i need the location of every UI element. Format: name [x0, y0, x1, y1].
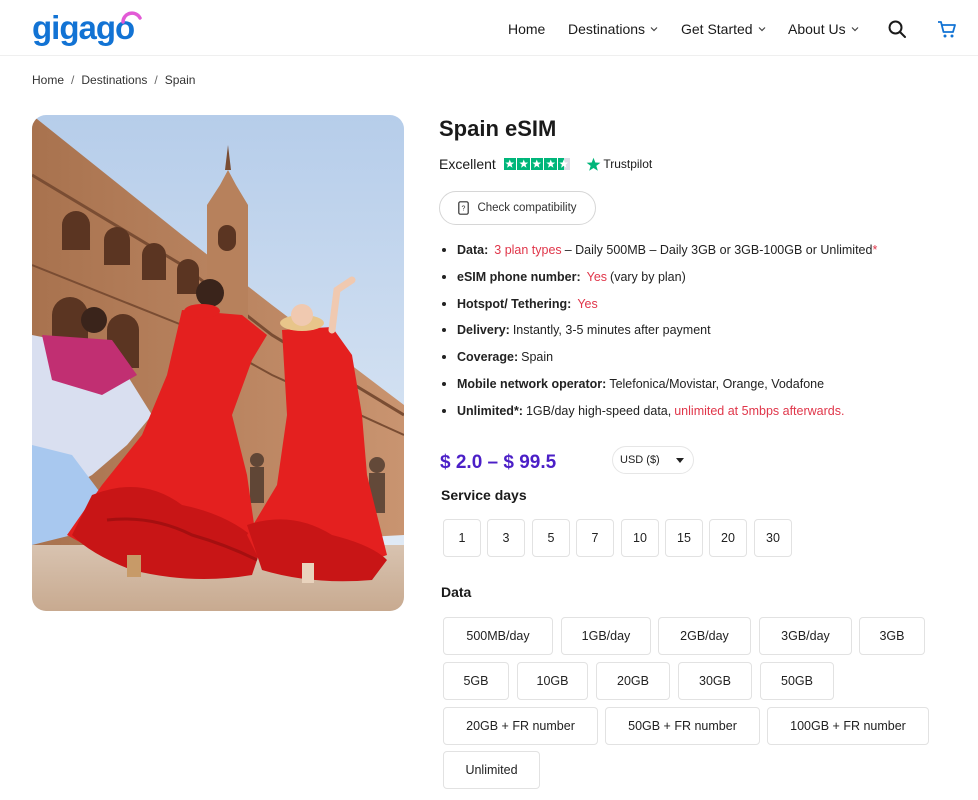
nav-label: Home	[508, 21, 546, 37]
rating-word: Excellent	[439, 156, 496, 172]
data-plan-option[interactable]: 2GB/day	[658, 617, 751, 655]
logo-signal-icon	[121, 11, 142, 24]
data-plan-option[interactable]: 20GB	[596, 662, 670, 700]
trustpilot-brand: Trustpilot	[586, 157, 652, 172]
nav-destinations[interactable]: Destinations	[568, 21, 658, 37]
half-star-icon	[557, 157, 571, 171]
search-icon[interactable]	[886, 18, 908, 40]
feature-unlimited: Unlimited*: 1GB/day high-speed data, unlim…	[440, 403, 877, 430]
star-icon	[530, 157, 544, 171]
data-plan-option[interactable]: 30GB	[678, 662, 752, 700]
rating-row[interactable]: Excellent Trustpilot	[439, 156, 652, 172]
data-plan-option[interactable]: 10GB	[517, 662, 588, 700]
data-plan-option[interactable]: 50GB + FR number	[605, 707, 760, 745]
service-day-option[interactable]: 1	[443, 519, 481, 557]
service-day-option[interactable]: 20	[709, 519, 747, 557]
feature-delivery: Delivery: Instantly, 3-5 minutes after pa…	[440, 322, 877, 349]
data-plan-option[interactable]: 20GB + FR number	[443, 707, 598, 745]
breadcrumb-current: Spain	[164, 73, 196, 87]
site-header: gigago Home Destinations Get Started Abo…	[0, 0, 978, 56]
service-days-label: Service days	[441, 487, 527, 503]
currency-value: USD ($)	[620, 454, 660, 466]
trustpilot-label: Trustpilot	[603, 157, 653, 171]
trustpilot-star-icon	[586, 157, 601, 171]
breadcrumb-separator: /	[71, 73, 75, 87]
product-hero-image	[32, 115, 404, 611]
nav-label: About Us	[788, 21, 846, 37]
breadcrumb-home[interactable]: Home	[32, 73, 64, 87]
star-icon	[517, 157, 530, 171]
logo-text: gigago	[32, 9, 135, 46]
star-icon	[544, 157, 557, 171]
feature-hotspot: Hotspot/ Tethering: Yes	[440, 296, 877, 323]
svg-text:?: ?	[462, 206, 466, 213]
data-label: Data	[441, 584, 472, 600]
flamenco-dancers-illustration	[32, 115, 404, 611]
service-day-option[interactable]: 15	[665, 519, 703, 557]
data-plan-option[interactable]: 100GB + FR number	[767, 707, 929, 745]
data-plan-option[interactable]: 500MB/day	[443, 617, 553, 655]
chevron-down-icon	[650, 27, 658, 32]
compat-button-label: Check compatibility	[477, 202, 577, 214]
product-title: Spain eSIM	[439, 116, 557, 141]
chevron-down-icon	[758, 27, 766, 32]
cart-icon[interactable]	[936, 18, 958, 40]
gigago-logo[interactable]: gigago	[32, 9, 135, 46]
breadcrumb-separator: /	[154, 73, 158, 87]
trustpilot-stars	[503, 157, 571, 171]
service-day-option[interactable]: 10	[621, 519, 659, 557]
service-day-option[interactable]: 7	[576, 519, 614, 557]
feature-operator: Mobile network operator: Telefonica/Movis…	[440, 376, 877, 403]
service-day-option[interactable]: 3	[487, 519, 525, 557]
feature-esim-number: eSIM phone number: Yes (vary by plan)	[440, 269, 877, 296]
nav-label: Destinations	[568, 21, 646, 37]
feature-data: Data: 3 plan types – Daily 500MB – Daily 3…	[440, 242, 877, 269]
service-day-option[interactable]: 30	[754, 519, 792, 557]
data-plan-option[interactable]: 5GB	[443, 662, 509, 700]
breadcrumb: Home / Destinations / Spain	[32, 73, 195, 87]
nav-about-us[interactable]: About Us	[788, 21, 859, 37]
service-day-option[interactable]: 5	[532, 519, 570, 557]
currency-select[interactable]: USD ($)	[612, 446, 694, 474]
feature-coverage: Coverage: Spain	[440, 349, 877, 376]
star-icon	[503, 157, 517, 171]
feature-list: Data: 3 plan types – Daily 500MB – Daily 3…	[440, 242, 877, 430]
data-plan-option[interactable]: 1GB/day	[561, 617, 651, 655]
data-plan-option[interactable]: 50GB	[760, 662, 834, 700]
data-plan-option[interactable]: 3GB	[859, 617, 925, 655]
caret-down-icon	[676, 458, 684, 463]
phone-icon: ?	[458, 201, 470, 215]
data-plan-option[interactable]: Unlimited	[443, 751, 540, 789]
nav-home[interactable]: Home	[508, 21, 545, 37]
price-range: $ 2.0 – $ 99.5	[440, 452, 557, 473]
nav-label: Get Started	[681, 21, 753, 37]
data-plan-option[interactable]: 3GB/day	[759, 617, 852, 655]
check-compatibility-button[interactable]: ? Check compatibility	[439, 191, 596, 225]
breadcrumb-destinations[interactable]: Destinations	[81, 73, 147, 87]
nav-get-started[interactable]: Get Started	[681, 21, 766, 37]
chevron-down-icon	[851, 27, 859, 32]
